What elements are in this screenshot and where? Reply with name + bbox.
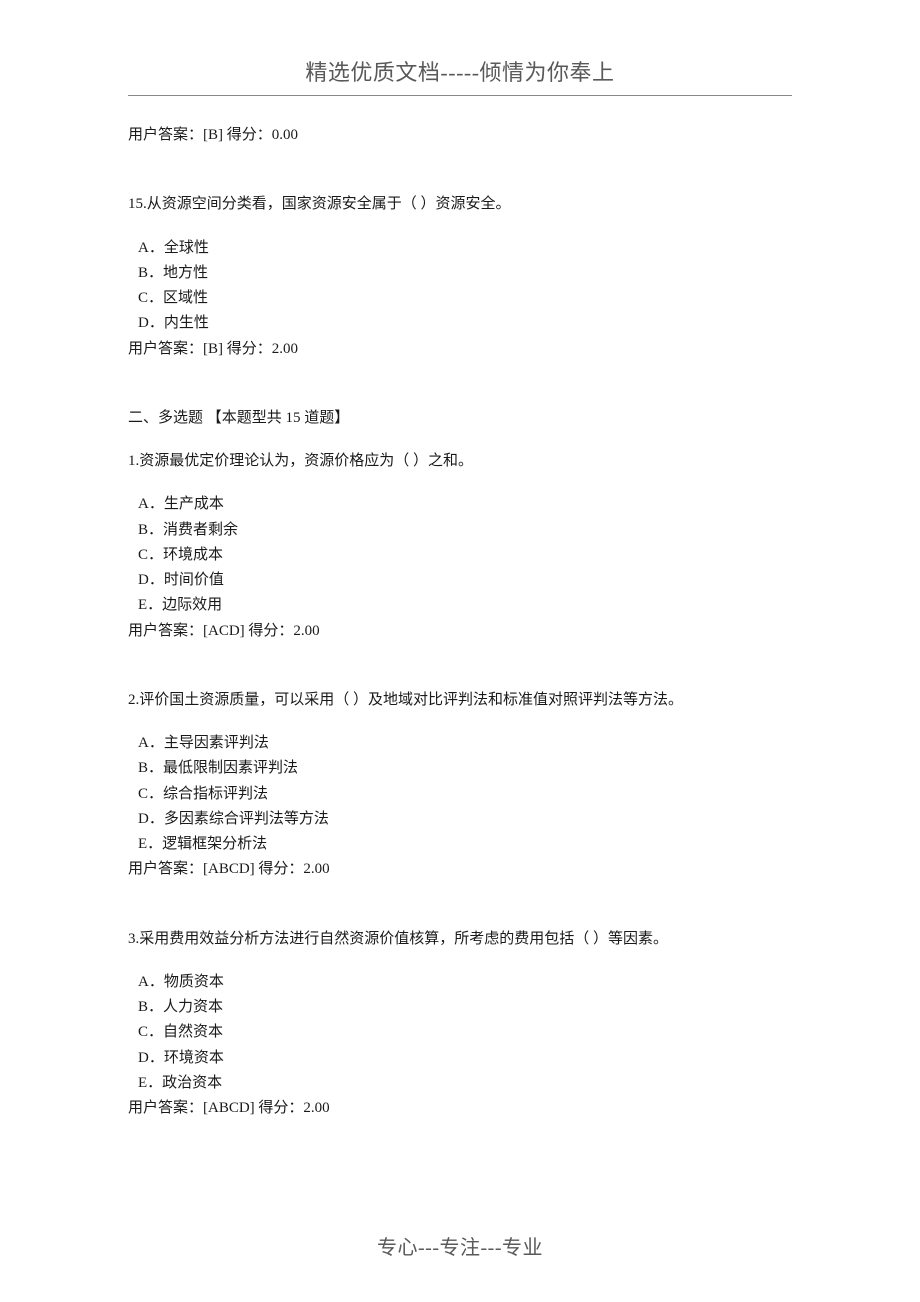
options-list: A．生产成本 B．消费者剩余 C．环境成本 D．时间价值 E．边际效用 <box>128 493 792 617</box>
question-stem: 3.采用费用效益分析方法进行自然资源价值核算，所考虑的费用包括（ ）等因素。 <box>128 928 792 951</box>
header-divider <box>128 95 792 96</box>
option-b: B．人力资本 <box>128 996 792 1019</box>
question-stem: 2.评价国土资源质量，可以采用（ ）及地域对比评判法和标准值对照评判法等方法。 <box>128 689 792 712</box>
option-e: E．边际效用 <box>128 594 792 617</box>
options-list: A．全球性 B．地方性 C．区域性 D．内生性 <box>128 237 792 336</box>
option-a: A．全球性 <box>128 237 792 260</box>
question-stem: 15.从资源空间分类看，国家资源安全属于（ ）资源安全。 <box>128 193 792 216</box>
answer-line: 用户答案：[ABCD] 得分：2.00 <box>128 1097 792 1120</box>
option-d: D．时间价值 <box>128 569 792 592</box>
multi-question-3: 3.采用费用效益分析方法进行自然资源价值核算，所考虑的费用包括（ ）等因素。 A… <box>128 928 792 1121</box>
options-list: A．物质资本 B．人力资本 C．自然资本 D．环境资本 E．政治资本 <box>128 971 792 1095</box>
question-15: 15.从资源空间分类看，国家资源安全属于（ ）资源安全。 A．全球性 B．地方性… <box>128 193 792 361</box>
option-a: A．生产成本 <box>128 493 792 516</box>
answer-line: 用户答案：[ABCD] 得分：2.00 <box>128 858 792 881</box>
multi-question-1: 1.资源最优定价理论认为，资源价格应为（ ）之和。 A．生产成本 B．消费者剩余… <box>128 450 792 643</box>
answer-line: 用户答案：[ACD] 得分：2.00 <box>128 620 792 643</box>
option-c: C．自然资本 <box>128 1021 792 1044</box>
page-header: 精选优质文档-----倾情为你奉上 <box>128 55 792 95</box>
option-b: B．最低限制因素评判法 <box>128 757 792 780</box>
option-e: E．政治资本 <box>128 1072 792 1095</box>
option-a: A．主导因素评判法 <box>128 732 792 755</box>
document-body: 用户答案：[B] 得分：0.00 15.从资源空间分类看，国家资源安全属于（ ）… <box>128 124 792 1120</box>
option-c: C．环境成本 <box>128 544 792 567</box>
option-b: B．消费者剩余 <box>128 519 792 542</box>
multi-question-2: 2.评价国土资源质量，可以采用（ ）及地域对比评判法和标准值对照评判法等方法。 … <box>128 689 792 882</box>
option-c: C．区域性 <box>128 287 792 310</box>
option-a: A．物质资本 <box>128 971 792 994</box>
option-d: D．内生性 <box>128 312 792 335</box>
option-d: D．环境资本 <box>128 1047 792 1070</box>
options-list: A．主导因素评判法 B．最低限制因素评判法 C．综合指标评判法 D．多因素综合评… <box>128 732 792 856</box>
option-b: B．地方性 <box>128 262 792 285</box>
option-d: D．多因素综合评判法等方法 <box>128 808 792 831</box>
prev-answer-line: 用户答案：[B] 得分：0.00 <box>128 124 792 147</box>
section-two-header: 二、多选题 【本题型共 15 道题】 <box>128 407 792 430</box>
page-footer: 专心---专注---专业 <box>0 1231 920 1260</box>
option-c: C．综合指标评判法 <box>128 783 792 806</box>
option-e: E．逻辑框架分析法 <box>128 833 792 856</box>
question-stem: 1.资源最优定价理论认为，资源价格应为（ ）之和。 <box>128 450 792 473</box>
answer-line: 用户答案：[B] 得分：2.00 <box>128 338 792 361</box>
